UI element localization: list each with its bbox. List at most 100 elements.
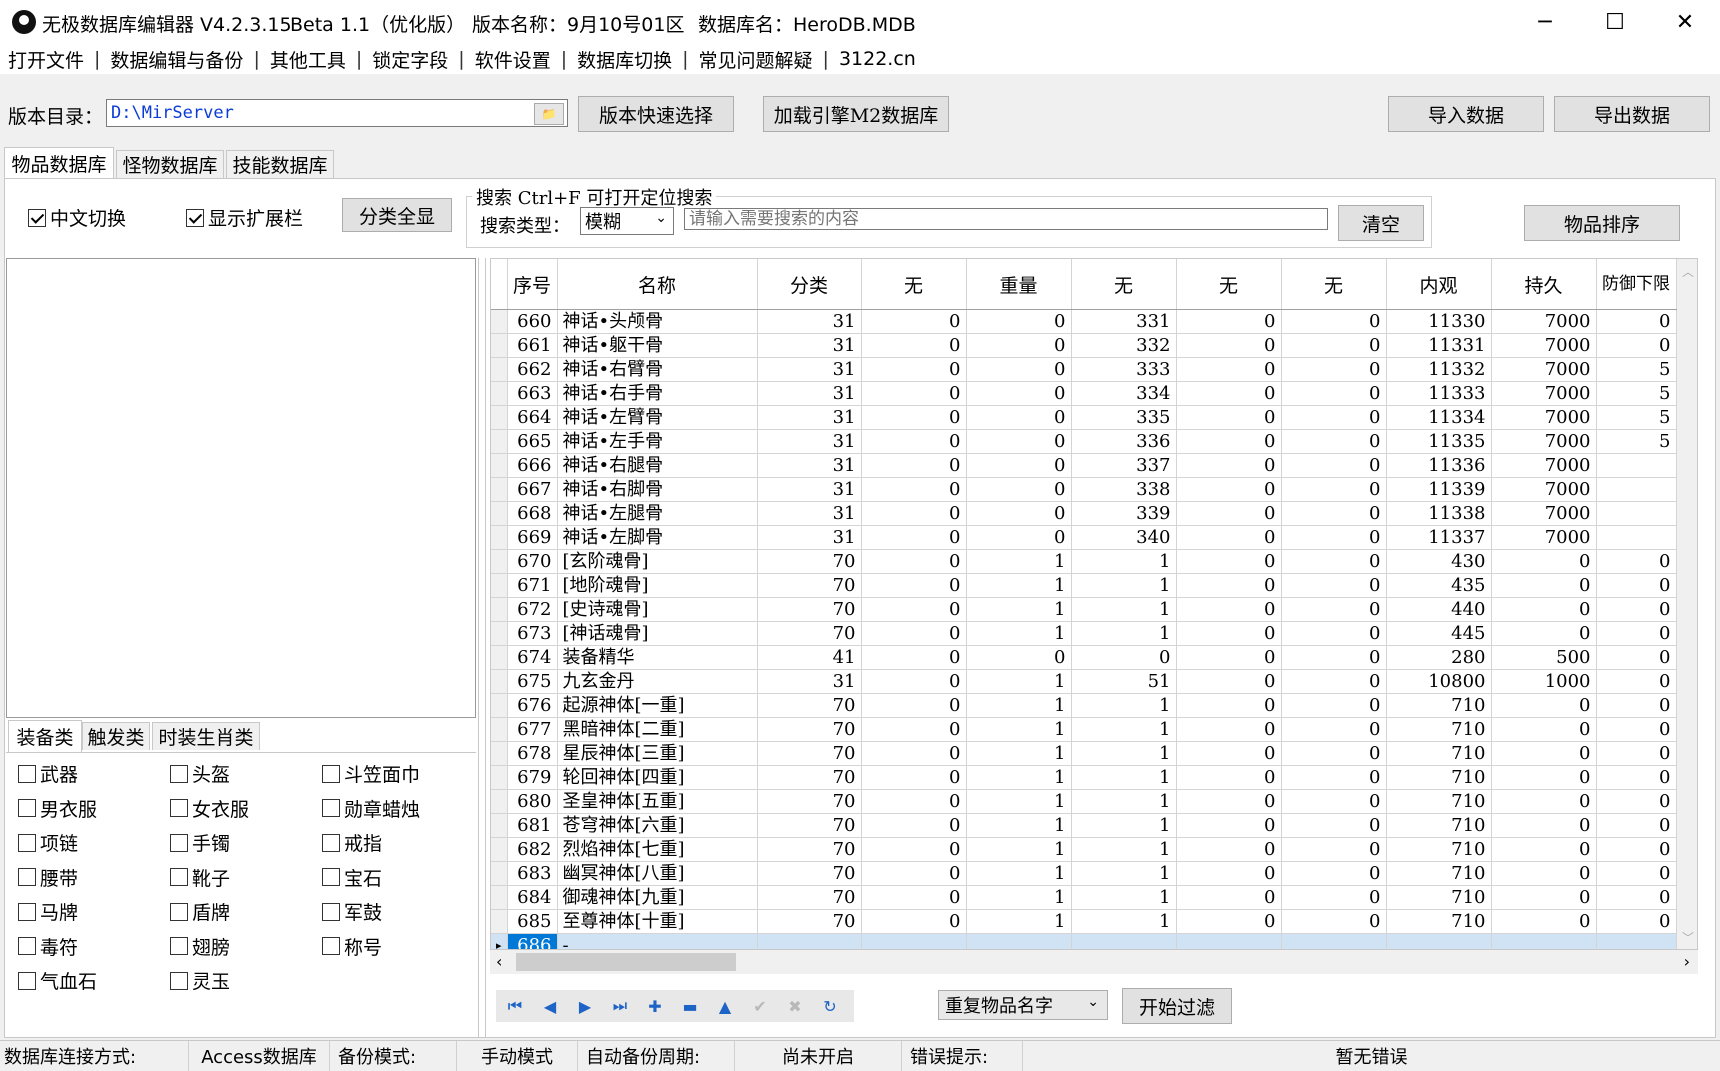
table-cell[interactable]: 0 xyxy=(1071,645,1177,670)
show-all-categories-button[interactable]: 分类全显 xyxy=(342,198,452,232)
table-cell[interactable]: 676 xyxy=(507,693,558,718)
table-cell[interactable]: 0 xyxy=(861,381,967,406)
last-record-icon[interactable]: ⏭ xyxy=(607,993,633,1019)
table-cell[interactable]: 11338 xyxy=(1386,501,1492,526)
table-cell[interactable]: 674 xyxy=(507,645,558,670)
table-cell[interactable]: 1 xyxy=(966,885,1072,910)
table-cell[interactable]: 7000 xyxy=(1491,333,1597,358)
table-cell[interactable]: 1 xyxy=(966,621,1072,646)
table-cell[interactable]: 0 xyxy=(1281,597,1387,622)
table-cell[interactable]: 331 xyxy=(1071,309,1177,334)
table-cell[interactable]: 70 xyxy=(757,573,862,598)
table-cell[interactable]: 0 xyxy=(1596,909,1677,934)
table-cell[interactable]: 0 xyxy=(861,477,967,502)
table-cell[interactable]: 0 xyxy=(1596,885,1677,910)
table-cell[interactable]: 340 xyxy=(1071,525,1177,550)
table-cell[interactable]: 0 xyxy=(1281,741,1387,766)
tab-fashion-zodiac[interactable]: 时装生肖类 xyxy=(152,722,260,750)
table-cell[interactable]: 1 xyxy=(966,741,1072,766)
table-cell[interactable]: 662 xyxy=(507,357,558,382)
table-row[interactable]: 664 神话•左臂骨 31 0 0 335 0 0 11334 7000 5 xyxy=(491,405,1688,430)
table-cell[interactable]: 0 xyxy=(1596,717,1677,742)
column-header[interactable]: 分类 xyxy=(757,259,862,310)
table-cell[interactable]: 起源神体[一重] xyxy=(557,693,758,718)
table-cell[interactable]: 1 xyxy=(1071,597,1177,622)
table-cell[interactable]: 1 xyxy=(1071,789,1177,814)
table-cell[interactable]: 0 xyxy=(1596,309,1677,334)
table-cell[interactable]: 0 xyxy=(1176,525,1282,550)
table-cell[interactable]: 337 xyxy=(1071,453,1177,478)
maximize-icon[interactable]: ☐ xyxy=(1580,0,1650,44)
table-cell[interactable]: 7000 xyxy=(1491,429,1597,454)
category-checkbox[interactable]: 翅膀 xyxy=(170,933,230,960)
row-indicator[interactable] xyxy=(491,381,508,406)
table-cell[interactable]: 0 xyxy=(1281,381,1387,406)
row-indicator[interactable] xyxy=(491,645,508,670)
table-cell[interactable]: 1 xyxy=(966,669,1072,694)
column-header[interactable]: 重量 xyxy=(966,259,1072,310)
cancel-x-icon[interactable]: ✖ xyxy=(782,993,808,1019)
table-cell[interactable]: 1 xyxy=(1071,741,1177,766)
table-cell[interactable]: 0 xyxy=(1176,909,1282,934)
table-cell[interactable]: 0 xyxy=(1596,621,1677,646)
table-cell[interactable]: 70 xyxy=(757,597,862,622)
sort-items-button[interactable]: 物品排序 xyxy=(1524,205,1680,241)
table-cell[interactable]: 0 xyxy=(1281,885,1387,910)
table-cell[interactable]: 0 xyxy=(861,573,967,598)
table-cell[interactable]: 0 xyxy=(1176,357,1282,382)
table-cell[interactable]: 31 xyxy=(757,453,862,478)
table-cell[interactable]: 10800 xyxy=(1386,669,1492,694)
row-indicator[interactable] xyxy=(491,813,508,838)
table-cell[interactable]: 0 xyxy=(861,837,967,862)
table-cell[interactable]: 680 xyxy=(507,789,558,814)
table-cell[interactable]: 0 xyxy=(1491,789,1597,814)
table-cell[interactable]: 装备精华 xyxy=(557,645,758,670)
table-cell[interactable]: 31 xyxy=(757,525,862,550)
table-cell[interactable]: 0 xyxy=(1176,597,1282,622)
tab-skills[interactable]: 技能数据库 xyxy=(226,150,334,178)
table-cell[interactable]: 70 xyxy=(757,765,862,790)
table-cell[interactable]: 11336 xyxy=(1386,453,1492,478)
table-cell[interactable]: 334 xyxy=(1071,381,1177,406)
column-header[interactable]: 无 xyxy=(1281,259,1387,310)
table-cell[interactable]: 675 xyxy=(507,669,558,694)
table-cell[interactable]: 0 xyxy=(861,597,967,622)
dir-input[interactable]: D:\MirServer 📁 xyxy=(106,99,568,127)
table-cell[interactable]: 7000 xyxy=(1491,405,1597,430)
table-cell[interactable]: 神话•左腿骨 xyxy=(557,501,758,526)
menu-open-file[interactable]: 打开文件 xyxy=(0,46,94,73)
refresh-icon[interactable]: ↻ xyxy=(817,993,843,1019)
table-cell[interactable]: 0 xyxy=(1176,453,1282,478)
table-cell[interactable]: 0 xyxy=(1281,525,1387,550)
table-cell[interactable]: 0 xyxy=(1176,789,1282,814)
category-checkbox[interactable]: 勋章蜡烛 xyxy=(322,795,420,822)
scroll-down-icon[interactable]: ﹀ xyxy=(1682,929,1694,946)
table-cell[interactable]: 0 xyxy=(1281,669,1387,694)
category-checkbox[interactable]: 称号 xyxy=(322,933,382,960)
menu-settings[interactable]: 软件设置 xyxy=(465,46,561,73)
table-cell[interactable]: 70 xyxy=(757,549,862,574)
table-cell[interactable]: 31 xyxy=(757,501,862,526)
table-cell[interactable]: 0 xyxy=(1596,669,1677,694)
table-cell[interactable]: 672 xyxy=(507,597,558,622)
category-tree-panel[interactable] xyxy=(6,258,476,718)
table-cell[interactable]: 1 xyxy=(966,909,1072,934)
table-cell[interactable]: 0 xyxy=(1596,789,1677,814)
table-cell[interactable]: [神话魂骨] xyxy=(557,621,758,646)
table-cell[interactable]: 430 xyxy=(1386,549,1492,574)
table-cell[interactable]: 332 xyxy=(1071,333,1177,358)
column-header[interactable]: 序号 xyxy=(507,259,558,310)
table-cell[interactable] xyxy=(757,933,862,949)
table-cell[interactable]: 0 xyxy=(1281,333,1387,358)
column-header[interactable]: 持久 xyxy=(1491,259,1597,310)
table-cell[interactable]: 苍穹神体[六重] xyxy=(557,813,758,838)
table-cell[interactable]: 333 xyxy=(1071,357,1177,382)
table-cell[interactable]: 0 xyxy=(861,765,967,790)
splitter-handle[interactable] xyxy=(478,258,486,1038)
tab-monsters[interactable]: 怪物数据库 xyxy=(116,150,224,178)
table-row[interactable]: 663 神话•右手骨 31 0 0 334 0 0 11333 7000 5 xyxy=(491,381,1688,406)
row-indicator[interactable] xyxy=(491,717,508,742)
column-header[interactable]: 防御下限 xyxy=(1596,259,1677,310)
table-cell[interactable]: 0 xyxy=(1281,309,1387,334)
table-cell[interactable]: 31 xyxy=(757,477,862,502)
